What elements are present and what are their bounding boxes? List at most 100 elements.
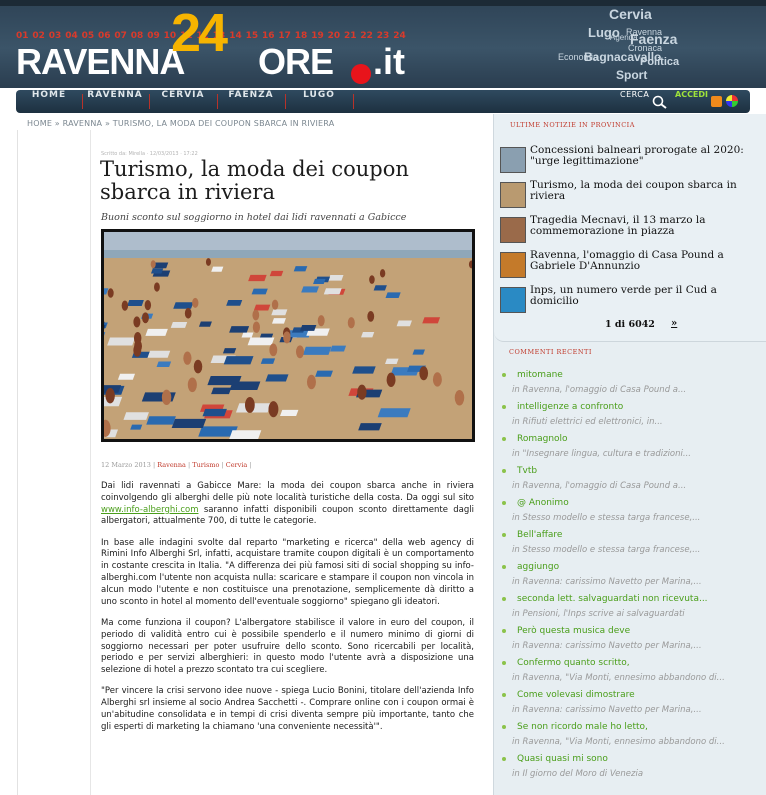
- day-number[interactable]: 24: [393, 31, 406, 41]
- day-number[interactable]: 05: [82, 31, 95, 41]
- logo-text-it[interactable]: .it: [373, 44, 405, 80]
- breadcrumb[interactable]: HOME » RAVENNA » TURISMO, LA MODA DEI CO…: [27, 119, 334, 128]
- search-label[interactable]: CERCA: [620, 90, 649, 113]
- day-number[interactable]: 07: [114, 31, 127, 41]
- logo-text-24[interactable]: 24: [171, 6, 228, 60]
- comment-author-link[interactable]: intelligenze a confronto: [517, 402, 623, 412]
- news-title-link[interactable]: Inps, un numero verde per il Cud a domic…: [530, 285, 764, 306]
- search-icon[interactable]: [652, 95, 668, 109]
- day-number[interactable]: 04: [65, 31, 78, 41]
- day-number[interactable]: 06: [98, 31, 111, 41]
- comment-author-link[interactable]: Romagnolo: [517, 434, 568, 444]
- content-rule: [90, 130, 91, 795]
- comment-author-link[interactable]: Come volevasi dimostrare: [517, 690, 635, 700]
- comment-item: seconda lett. salvaguardati non ricevuta…: [502, 594, 764, 624]
- day-number[interactable]: 22: [360, 31, 373, 41]
- tag-cloud: Cervia Lugo Agenda Ravenna Faenza Cronaca Econ…: [550, 0, 766, 88]
- comment-post-link[interactable]: in Rifiuti elettrici ed elettronici, in.…: [512, 417, 762, 427]
- nav-ravenna[interactable]: RAVENNA: [84, 90, 146, 113]
- news-item[interactable]: Turismo, la moda dei coupon sbarca in ri…: [500, 180, 764, 210]
- comment-item: @ Anonimo in Stesso modello e stessa targ…: [502, 498, 764, 528]
- news-item[interactable]: Inps, un numero verde per il Cud a domic…: [500, 285, 764, 315]
- comment-author-link[interactable]: seconda lett. salvaguardati non ricevuta…: [517, 594, 708, 604]
- comment-author-link[interactable]: Bell'affare: [517, 530, 562, 540]
- comment-post-link[interactable]: in Ravenna, l'omaggio di Casa Pound a...: [512, 385, 762, 395]
- news-title-link[interactable]: Tragedia Mecnavi, il 13 marzo la commemo…: [530, 215, 764, 236]
- category-link[interactable]: Ravenna: [157, 461, 186, 469]
- comment-post-link[interactable]: in Il giorno del Moro di Venezia: [512, 769, 762, 779]
- day-number[interactable]: 08: [131, 31, 144, 41]
- category-link[interactable]: Cervia: [226, 461, 248, 469]
- news-title-link[interactable]: Ravenna, l'omaggio di Casa Pound a Gabri…: [530, 250, 764, 271]
- news-thumbnail[interactable]: [500, 182, 526, 208]
- nav-home[interactable]: HOME: [20, 90, 78, 113]
- bullet-icon: [502, 565, 506, 569]
- article-paragraph: In base alle indagini svolte dal reparto…: [101, 537, 474, 607]
- day-number[interactable]: 18: [295, 31, 308, 41]
- day-number[interactable]: 17: [278, 31, 291, 41]
- comment-author-link[interactable]: Però questa musica deve: [517, 626, 630, 636]
- day-number[interactable]: 19: [311, 31, 324, 41]
- rss-icon[interactable]: [711, 96, 722, 107]
- comment-author-link[interactable]: mitomane: [517, 370, 563, 380]
- day-number[interactable]: 20: [328, 31, 341, 41]
- comment-author-link[interactable]: Confermo quanto scritto,: [517, 658, 630, 668]
- theme-color-icon[interactable]: [726, 95, 738, 107]
- tag-cloud-item[interactable]: Cervia: [609, 6, 652, 22]
- bullet-icon: [502, 629, 506, 633]
- comment-post-link[interactable]: in Stesso modello e stessa targa frances…: [512, 513, 762, 523]
- news-pager-next[interactable]: »: [671, 318, 677, 329]
- comment-author-link[interactable]: Quasi quasi mi sono: [517, 754, 608, 764]
- news-thumbnail[interactable]: [500, 217, 526, 243]
- news-title-link[interactable]: Turismo, la moda dei coupon sbarca in ri…: [530, 180, 764, 201]
- comment-post-link[interactable]: in Stesso modello e stessa targa frances…: [512, 545, 762, 555]
- logo-text-ravenna[interactable]: RAVENNA: [16, 44, 185, 80]
- day-number[interactable]: 16: [262, 31, 275, 41]
- news-thumbnail[interactable]: [500, 252, 526, 278]
- login-link[interactable]: ACCEDI: [675, 90, 708, 99]
- news-pager: 1 di 6042: [605, 319, 655, 330]
- article-body: Dai lidi ravennati a Gabicce Mare: la mo…: [101, 481, 474, 743]
- day-number[interactable]: 15: [246, 31, 259, 41]
- comment-post-link[interactable]: in Pensioni, l'Inps scrive ai salvaguard…: [512, 609, 762, 619]
- logo-text-ore[interactable]: ORE: [258, 44, 334, 80]
- comment-item: Bell'affare in Stesso modello e stessa ta…: [502, 530, 764, 560]
- comment-post-link[interactable]: in Ravenna: carissimo Navetto per Marina…: [512, 577, 762, 587]
- info-alberghi-link[interactable]: www.info-alberghi.com: [101, 505, 198, 515]
- sidebar: ULTIME NOTIZIE IN PROVINCIA Concessioni …: [493, 114, 766, 795]
- category-link[interactable]: Turismo: [192, 461, 219, 469]
- news-title-link[interactable]: Concessioni balneari prorogate al 2020: …: [530, 145, 764, 166]
- bullet-icon: [502, 405, 506, 409]
- comment-author-link[interactable]: Se non ricordo male ho letto,: [517, 722, 648, 732]
- comment-post-link[interactable]: in Ravenna, "Via Monti, ennesimo abbando…: [512, 673, 762, 683]
- day-number[interactable]: 14: [229, 31, 242, 41]
- comment-post-link[interactable]: in Ravenna, "Via Monti, ennesimo abbando…: [512, 737, 762, 747]
- day-number[interactable]: 09: [147, 31, 160, 41]
- tag-cloud-item[interactable]: Politica: [640, 56, 679, 68]
- comment-post-link[interactable]: in Ravenna, l'omaggio di Casa Pound a...: [512, 481, 762, 491]
- tag-cloud-item[interactable]: Sport: [616, 68, 647, 82]
- day-number[interactable]: 21: [344, 31, 357, 41]
- comment-post-link[interactable]: in Ravenna: carissimo Navetto per Marina…: [512, 641, 762, 651]
- left-column-rule: [17, 130, 18, 795]
- comment-item: Tvtb in Ravenna, l'omaggio di Casa Pound …: [502, 466, 764, 496]
- news-thumbnail[interactable]: [500, 147, 526, 173]
- comment-author-link[interactable]: aggiungo: [517, 562, 559, 572]
- comment-post-link[interactable]: in "Insegnare lingua, cultura e tradizio…: [512, 449, 762, 459]
- news-item[interactable]: Concessioni balneari prorogate al 2020: …: [500, 145, 764, 175]
- day-number[interactable]: 01: [16, 31, 29, 41]
- news-item[interactable]: Tragedia Mecnavi, il 13 marzo la commemo…: [500, 215, 764, 245]
- nav-faenza[interactable]: FAENZA: [220, 90, 282, 113]
- nav-cervia[interactable]: CERVIA: [152, 90, 214, 113]
- comment-author-link[interactable]: @ Anonimo: [517, 498, 569, 508]
- bullet-icon: [502, 533, 506, 537]
- nav-lugo[interactable]: LUGO: [288, 90, 350, 113]
- day-number[interactable]: 23: [377, 31, 390, 41]
- news-item[interactable]: Ravenna, l'omaggio di Casa Pound a Gabri…: [500, 250, 764, 280]
- day-number[interactable]: 03: [49, 31, 62, 41]
- day-number[interactable]: 02: [32, 31, 45, 41]
- comment-author-link[interactable]: Tvtb: [517, 466, 537, 476]
- comment-post-link[interactable]: in Ravenna: carissimo Navetto per Marina…: [512, 705, 762, 715]
- comment-item: Però questa musica deve in Ravenna: caris…: [502, 626, 764, 656]
- news-thumbnail[interactable]: [500, 287, 526, 313]
